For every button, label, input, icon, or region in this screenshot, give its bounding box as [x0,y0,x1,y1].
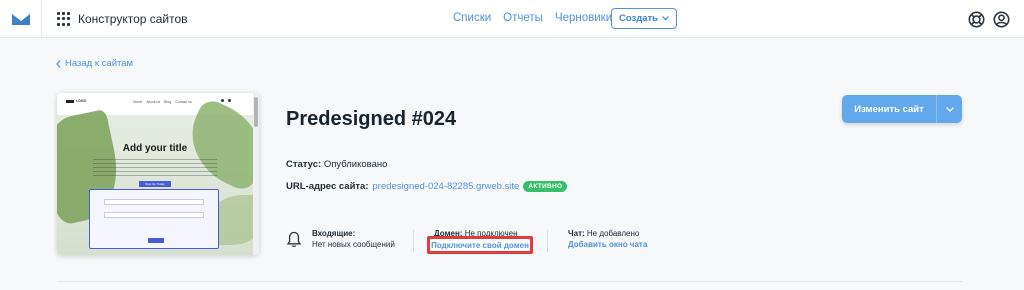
preview-link: About us [146,100,161,104]
divider [413,230,414,252]
status-badge: АКТИВНО [523,181,568,192]
preview-link: Contact us [175,100,192,104]
status-row: Статус: Опубликовано [286,159,387,170]
chevron-down-icon [945,106,954,112]
connect-domain-link[interactable]: Подключите свой домен [427,236,533,254]
create-label: Создать [618,13,659,24]
bell-icon [287,231,301,247]
preview-social-icons [221,99,231,102]
inbox-label: Входящие: [312,229,356,238]
preview-logo-mark [66,100,74,103]
preview-scrollbar[interactable] [253,93,259,255]
preview-logo-text: LOGO [76,99,87,103]
main-nav: Списки Отчеты Черновики [453,12,612,24]
preview-hero-text [93,159,217,177]
preview-hero-button: Sign Up Today [139,181,171,187]
top-bar: Конструктор сайтов Списки Отчеты Чернови… [0,0,1024,38]
edit-site-button-group: Изменить сайт [842,95,962,123]
back-to-sites-link[interactable]: Назад к сайтам [56,58,133,69]
help-lifebuoy-icon[interactable] [968,11,985,28]
preview-links: Home About us Blog Contact us [133,100,192,104]
logo-cell[interactable] [0,0,42,38]
divider [547,230,548,252]
inbox-value: Нет новых сообщений [312,239,395,249]
url-label: URL-адрес сайта: [286,181,369,192]
account-icon[interactable] [993,11,1010,28]
chevron-left-icon [56,59,61,68]
add-chat-link[interactable]: Добавить окно чата [568,240,647,249]
nav-drafts[interactable]: Черновики [555,12,612,24]
preview-hero-title: Add your title [122,143,188,154]
preview-link: Blog [164,100,172,104]
back-link-label: Назад к сайтам [65,58,134,69]
chat-block: Чат: Не добавлено Добавить окно чата [568,229,647,250]
site-url-link[interactable]: predesigned-024-82285.grweb.site [373,181,520,192]
url-row: URL-адрес сайта: predesigned-024-82285.g… [286,181,568,192]
preview-link: Home [133,100,143,104]
status-value: Опубликовано [323,159,388,170]
edit-site-dropdown[interactable] [937,95,962,123]
chevron-down-icon [662,16,669,21]
status-label: Статус: [286,159,322,170]
section-divider [57,281,962,282]
app-title: Конструктор сайтов [78,12,188,26]
preview-form [89,189,219,249]
site-preview-thumbnail[interactable]: LOGO Home About us Blog Contact us Add y… [57,93,259,255]
edit-site-button[interactable]: Изменить сайт [842,95,936,123]
preview-submit [148,238,164,243]
create-button[interactable]: Создать [611,8,677,29]
nav-reports[interactable]: Отчеты [503,12,543,24]
preview-hero: Add your title Sign Up Today [57,96,259,255]
mail-logo-icon [11,12,30,25]
site-title: Predesigned #024 [286,108,457,130]
chat-value: Не добавлено [586,229,640,238]
apps-grid-icon[interactable] [57,12,71,26]
inbox-block: Входящие: Нет новых сообщений [312,229,395,250]
nav-lists[interactable]: Списки [453,12,491,24]
chat-label: Чат: [568,229,585,238]
